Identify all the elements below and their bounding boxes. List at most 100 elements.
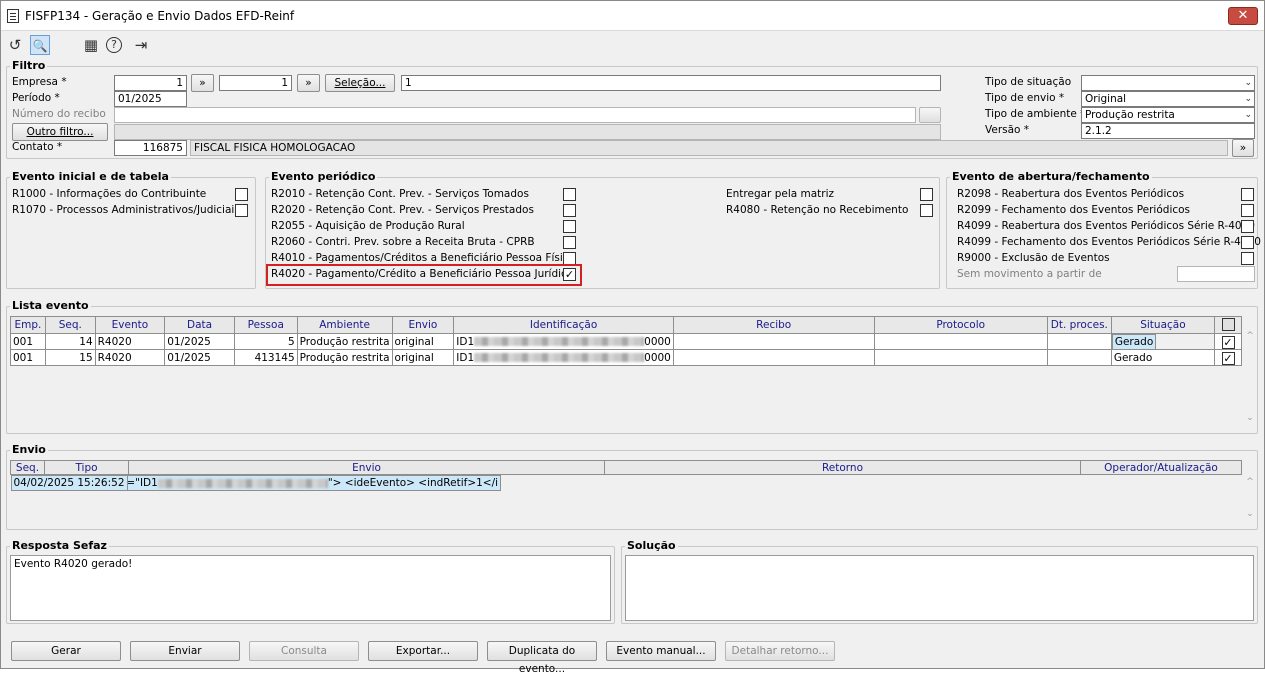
cell-data[interactable]: 01/2025 — [164, 333, 235, 350]
cell-envio[interactable]: original — [391, 349, 455, 366]
selecao-button[interactable]: Seleção... — [325, 74, 395, 92]
row-checkbox[interactable]: ✓ — [1221, 336, 1235, 349]
cell-pessoa[interactable]: 413145 — [233, 349, 298, 366]
calendar-icon[interactable]: ▦ — [81, 35, 101, 55]
table-row[interactable]: 001 14 R4020 01/2025 5 Produção restrita… — [10, 333, 1242, 350]
enviar-button[interactable]: Enviar — [130, 641, 240, 661]
cell-protocolo[interactable] — [873, 333, 1048, 350]
empresa-to-jump-button[interactable]: » — [297, 74, 320, 92]
cell-ambiente[interactable]: Produção restrita — [296, 333, 393, 350]
cell-data[interactable]: 01/2025 — [164, 349, 235, 366]
col-operador[interactable]: Operador/Atualização — [1080, 460, 1242, 475]
consulta-button[interactable]: Consulta — [249, 641, 359, 661]
col-recibo[interactable]: Recibo — [672, 316, 875, 334]
col-envio[interactable]: Envio — [391, 316, 455, 334]
gerar-button[interactable]: Gerar — [11, 641, 121, 661]
cell-pessoa[interactable]: 5 — [233, 333, 298, 350]
row-checkbox[interactable]: ✓ — [1221, 352, 1235, 365]
r2098-checkbox[interactable] — [1241, 188, 1254, 201]
cell-evento[interactable]: R4020 — [94, 333, 166, 350]
tipo-ambiente-select[interactable]: Produção restrita ⌄ — [1081, 107, 1255, 123]
col-envio[interactable]: Envio — [128, 460, 605, 475]
col-seq[interactable]: Seq. — [44, 316, 96, 334]
col-evento[interactable]: Evento — [94, 316, 166, 334]
detalhar-retorno-button[interactable]: Detalhar retorno... — [725, 641, 835, 661]
col-data[interactable]: Data — [164, 316, 235, 334]
tipo-envio-select[interactable]: Original ⌄ — [1081, 91, 1255, 107]
r1000-checkbox[interactable] — [235, 188, 248, 201]
col-dt-proces[interactable]: Dt. proces. — [1046, 316, 1112, 334]
r2060-checkbox[interactable] — [563, 236, 576, 249]
col-identificacao[interactable]: Identificação — [453, 316, 674, 334]
r4099-fechamento-checkbox[interactable] — [1241, 236, 1254, 249]
cell-emp[interactable]: 001 — [10, 333, 46, 350]
table-row[interactable]: 001 15 R4020 01/2025 413145 Produção res… — [10, 349, 1242, 366]
empresa-from-input[interactable]: 1 — [114, 75, 187, 91]
recibo-input[interactable] — [114, 107, 916, 123]
evento-manual-button[interactable]: Evento manual... — [606, 641, 716, 661]
cell-identificacao[interactable]: ID1 0000 — [453, 333, 674, 350]
r2099-checkbox[interactable] — [1241, 204, 1254, 217]
cell-dt-proces[interactable] — [1046, 349, 1112, 366]
scroll-up-icon[interactable]: ^ — [1243, 477, 1257, 487]
col-retorno[interactable]: Retorno — [604, 460, 1081, 475]
cell-atualizacao[interactable]: 04/02/2025 15:26:52 — [10, 475, 128, 491]
outro-filtro-button[interactable]: Outro filtro... — [12, 123, 108, 141]
scroll-down-icon[interactable]: ⌄ — [1243, 509, 1257, 519]
recibo-search-button[interactable] — [919, 107, 941, 123]
r1070-checkbox[interactable] — [235, 204, 248, 217]
cell-dt-proces[interactable] — [1046, 333, 1112, 350]
cell-seq[interactable]: 14 — [44, 333, 96, 350]
col-emp[interactable]: Emp. — [10, 316, 46, 334]
cell-identificacao[interactable]: ID1 0000 — [453, 349, 674, 366]
exit-icon[interactable]: ⇥ — [131, 35, 151, 55]
exportar-button[interactable]: Exportar... — [368, 641, 478, 661]
col-pessoa[interactable]: Pessoa — [233, 316, 298, 334]
col-seq[interactable]: Seq. — [10, 460, 45, 475]
cell-situacao[interactable]: Gerado — [1111, 334, 1157, 350]
cell-seq[interactable]: 15 — [44, 349, 96, 366]
scroll-up-icon[interactable]: ^ — [1243, 331, 1257, 341]
cell-evento[interactable]: R4020 — [94, 349, 166, 366]
refresh-icon[interactable]: ↺ — [5, 35, 25, 55]
cell-recibo[interactable] — [672, 333, 875, 350]
selecao-input[interactable]: 1 — [401, 75, 941, 91]
r2055-checkbox[interactable] — [563, 220, 576, 233]
contato-jump-button[interactable]: » — [1232, 139, 1254, 157]
versao-input[interactable]: 2.1.2 — [1081, 123, 1255, 139]
r2020-checkbox[interactable] — [563, 204, 576, 217]
help-icon[interactable]: ? — [106, 37, 122, 53]
empresa-jump-button[interactable]: » — [191, 74, 214, 92]
r2010-checkbox[interactable] — [563, 188, 576, 201]
r9000-checkbox[interactable] — [1241, 252, 1254, 265]
cell-situacao[interactable]: Gerado — [1110, 349, 1216, 366]
solucao-textarea[interactable] — [625, 555, 1254, 621]
duplicata-button[interactable]: Duplicata do evento... — [487, 641, 597, 675]
entregar-matriz-checkbox[interactable] — [920, 188, 933, 201]
periodo-input[interactable]: 01/2025 — [114, 91, 187, 107]
cell-check[interactable]: ✓ — [1214, 333, 1242, 350]
cell-ambiente[interactable]: Produção restrita — [296, 349, 393, 366]
col-protocolo[interactable]: Protocolo — [873, 316, 1048, 334]
close-button[interactable]: ✕ — [1228, 7, 1258, 25]
cell-emp[interactable]: 001 — [10, 349, 46, 366]
sem-movimento-input[interactable] — [1177, 266, 1255, 282]
r4080-checkbox[interactable] — [920, 204, 933, 217]
cell-protocolo[interactable] — [873, 349, 1048, 366]
tipo-situacao-select[interactable]: ⌄ — [1081, 75, 1255, 91]
table-row[interactable]: 1 original <Reinf> <evtRetPJ id="ID1"> <… — [10, 475, 1242, 491]
r4099-reabertura-checkbox[interactable] — [1241, 220, 1254, 233]
col-select-all[interactable] — [1214, 316, 1242, 334]
cell-check[interactable]: ✓ — [1214, 349, 1242, 366]
cell-recibo[interactable] — [672, 349, 875, 366]
col-ambiente[interactable]: Ambiente — [296, 316, 393, 334]
select-all-checkbox[interactable] — [1221, 318, 1235, 331]
contato-code-input[interactable]: 116875 — [114, 140, 187, 156]
col-tipo[interactable]: Tipo — [44, 460, 129, 475]
scroll-down-icon[interactable]: ⌄ — [1243, 413, 1257, 423]
empresa-to-input[interactable]: 1 — [219, 75, 292, 91]
col-situacao[interactable]: Situação — [1110, 316, 1216, 334]
search-icon[interactable]: 🔍 — [30, 35, 50, 55]
cell-envio[interactable]: original — [391, 333, 455, 350]
resposta-textarea[interactable]: Evento R4020 gerado! — [10, 555, 611, 621]
